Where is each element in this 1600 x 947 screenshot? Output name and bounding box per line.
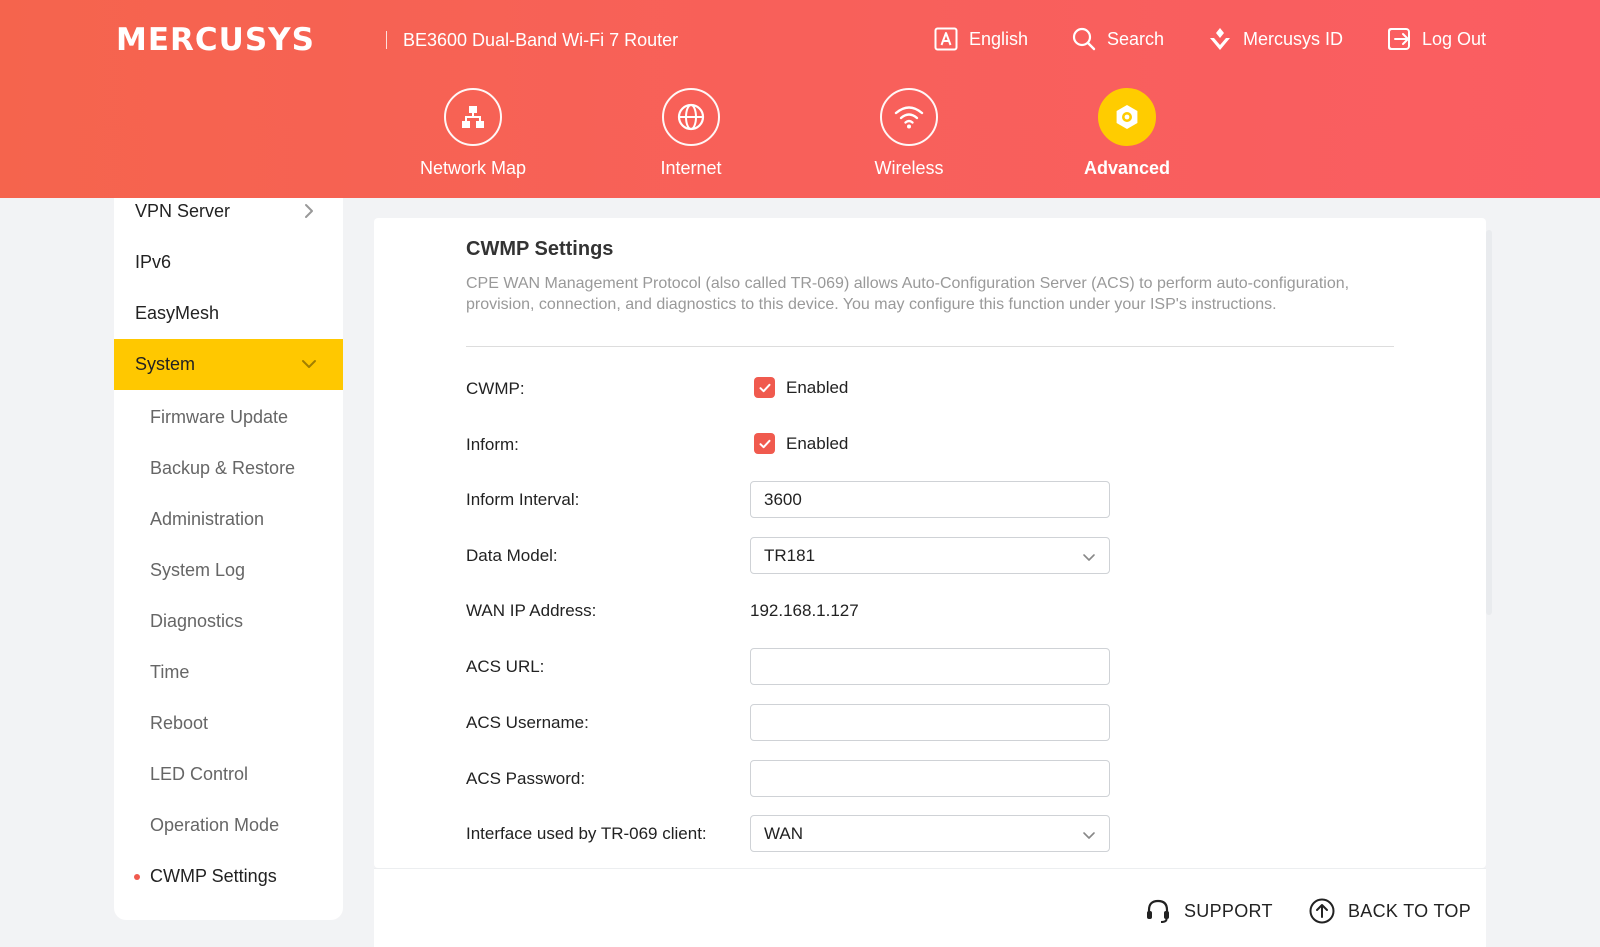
- globe-icon: [662, 88, 720, 146]
- interface-label: Interface used by TR-069 client:: [466, 824, 707, 843]
- mercusys-id-button[interactable]: Mercusys ID: [1207, 26, 1343, 52]
- back-to-top-link[interactable]: BACK TO TOP: [1308, 897, 1471, 925]
- support-link[interactable]: SUPPORT: [1144, 897, 1273, 925]
- sidebar-sub-label: CWMP Settings: [150, 866, 277, 886]
- sidebar-sub-label: Reboot: [150, 713, 209, 733]
- sidebar-item-firmware-update[interactable]: Firmware Update: [114, 392, 343, 443]
- sidebar-item-label: VPN Server: [135, 201, 231, 221]
- chevron-right-icon: [305, 204, 313, 218]
- wan-ip-value: 192.168.1.127: [750, 601, 859, 620]
- sidebar-sub-label: Administration: [150, 509, 265, 529]
- logout-button[interactable]: Log Out: [1386, 26, 1486, 52]
- wan-ip-label: WAN IP Address:: [466, 601, 597, 620]
- sidebar-item-time[interactable]: Time: [114, 647, 343, 698]
- chevron-down-icon: [1083, 554, 1095, 561]
- cwmp-checkbox[interactable]: Enabled: [754, 377, 848, 398]
- gear-icon: [1098, 88, 1156, 146]
- network-map-icon: [444, 88, 502, 146]
- data-model-value: TR181: [764, 545, 816, 565]
- chevron-down-icon: [1083, 832, 1095, 839]
- sidebar-item-system[interactable]: System: [114, 339, 343, 390]
- sidebar-sub-label: Operation Mode: [150, 815, 280, 835]
- wifi-icon: [880, 88, 938, 146]
- sidebar-item-vpn-server[interactable]: VPN Server: [114, 198, 343, 237]
- search-icon: [1072, 27, 1096, 51]
- sidebar-item-label: System: [135, 354, 196, 374]
- sidebar: VPN Server IPv6 EasyMesh System Firmware…: [114, 198, 343, 920]
- sidebar-item-operation-mode[interactable]: Operation Mode: [114, 800, 343, 851]
- inform-checkbox[interactable]: Enabled: [754, 433, 848, 454]
- sidebar-item-label: IPv6: [135, 252, 172, 272]
- acs-url-label: ACS URL:: [466, 657, 545, 676]
- inform-interval-label: Inform Interval:: [466, 490, 580, 509]
- language-button[interactable]: English: [933, 26, 1028, 52]
- checkbox-checked-icon: [754, 433, 775, 454]
- language-icon: [934, 27, 958, 51]
- acs-username-label: ACS Username:: [466, 713, 589, 732]
- inform-interval-input[interactable]: [750, 481, 1110, 518]
- sidebar-item-backup-restore[interactable]: Backup & Restore: [114, 443, 343, 494]
- nav-internet[interactable]: Internet: [601, 88, 781, 179]
- main-nav: Network Map Internet Wireless Advanced: [0, 88, 1600, 188]
- nav-wireless[interactable]: Wireless: [819, 88, 999, 179]
- page-title: CWMP Settings: [466, 238, 614, 260]
- inform-label: Inform:: [466, 435, 519, 454]
- sidebar-item-administration[interactable]: Administration: [114, 494, 343, 545]
- acs-url-input[interactable]: [750, 648, 1110, 685]
- sidebar-item-reboot[interactable]: Reboot: [114, 698, 343, 749]
- data-model-label: Data Model:: [466, 546, 558, 565]
- support-label: SUPPORT: [1184, 900, 1273, 921]
- sidebar-item-system-log[interactable]: System Log: [114, 545, 343, 596]
- checkbox-checked-icon: [754, 377, 775, 398]
- language-label: English: [969, 28, 1029, 49]
- cwmp-checkbox-label: Enabled: [786, 377, 849, 397]
- sidebar-sub-label: Backup & Restore: [150, 458, 296, 478]
- headset-icon: [1147, 899, 1169, 923]
- nav-network-map-label: Network Map: [419, 158, 527, 178]
- back-to-top-label: BACK TO TOP: [1348, 900, 1472, 921]
- data-model-select[interactable]: TR181: [750, 537, 1110, 574]
- arrow-up-circle-icon: [1309, 898, 1335, 924]
- interface-select[interactable]: WAN: [750, 815, 1110, 852]
- cwmp-label: CWMP:: [466, 379, 525, 398]
- sidebar-sub-label: System Log: [150, 560, 246, 580]
- nav-advanced-label: Advanced: [1083, 158, 1171, 178]
- sidebar-item-label: EasyMesh: [135, 303, 220, 323]
- mercusys-id-label: Mercusys ID: [1243, 28, 1344, 49]
- inform-checkbox-label: Enabled: [786, 433, 849, 453]
- panel-scrollbar[interactable]: [1486, 230, 1492, 615]
- search-button[interactable]: Search: [1071, 26, 1164, 52]
- chevron-down-icon: [302, 360, 316, 368]
- acs-password-label: ACS Password:: [466, 769, 586, 788]
- sidebar-item-diagnostics[interactable]: Diagnostics: [114, 596, 343, 647]
- nav-network-map[interactable]: Network Map: [383, 88, 563, 179]
- divider: [466, 346, 1394, 347]
- acs-password-input[interactable]: [750, 760, 1110, 797]
- sidebar-sub-label: Diagnostics: [150, 611, 244, 631]
- acs-username-input[interactable]: [750, 704, 1110, 741]
- sidebar-sub-label: LED Control: [150, 764, 249, 784]
- logout-icon: [1388, 28, 1410, 50]
- interface-value: WAN: [764, 823, 804, 843]
- search-label: Search: [1107, 28, 1165, 49]
- logout-label: Log Out: [1422, 28, 1487, 49]
- footer-bar: SUPPORT BACK TO TOP: [374, 868, 1486, 947]
- sidebar-item-cwmp-settings[interactable]: CWMP Settings: [114, 851, 343, 902]
- current-indicator-dot: [134, 874, 140, 880]
- sidebar-item-led-control[interactable]: LED Control: [114, 749, 343, 800]
- sidebar-item-easymesh[interactable]: EasyMesh: [114, 288, 343, 339]
- mercusys-id-icon: [1210, 28, 1230, 50]
- nav-advanced[interactable]: Advanced: [1037, 88, 1217, 179]
- nav-wireless-label: Wireless: [874, 158, 944, 178]
- sidebar-sub-label: Firmware Update: [150, 407, 289, 427]
- top-links: English Search Mercusys ID Log Out: [0, 26, 1600, 56]
- sidebar-sub-label: Time: [150, 662, 190, 682]
- header-bar: MERCUSYS BE3600 Dual-Band Wi-Fi 7 Router…: [0, 0, 1600, 198]
- sidebar-item-ipv6[interactable]: IPv6: [114, 237, 343, 288]
- nav-internet-label: Internet: [660, 158, 722, 178]
- cwmp-settings-panel: CWMP Settings CPE WAN Management Protoco…: [374, 218, 1486, 868]
- page-description: CPE WAN Management Protocol (also called…: [466, 275, 1350, 313]
